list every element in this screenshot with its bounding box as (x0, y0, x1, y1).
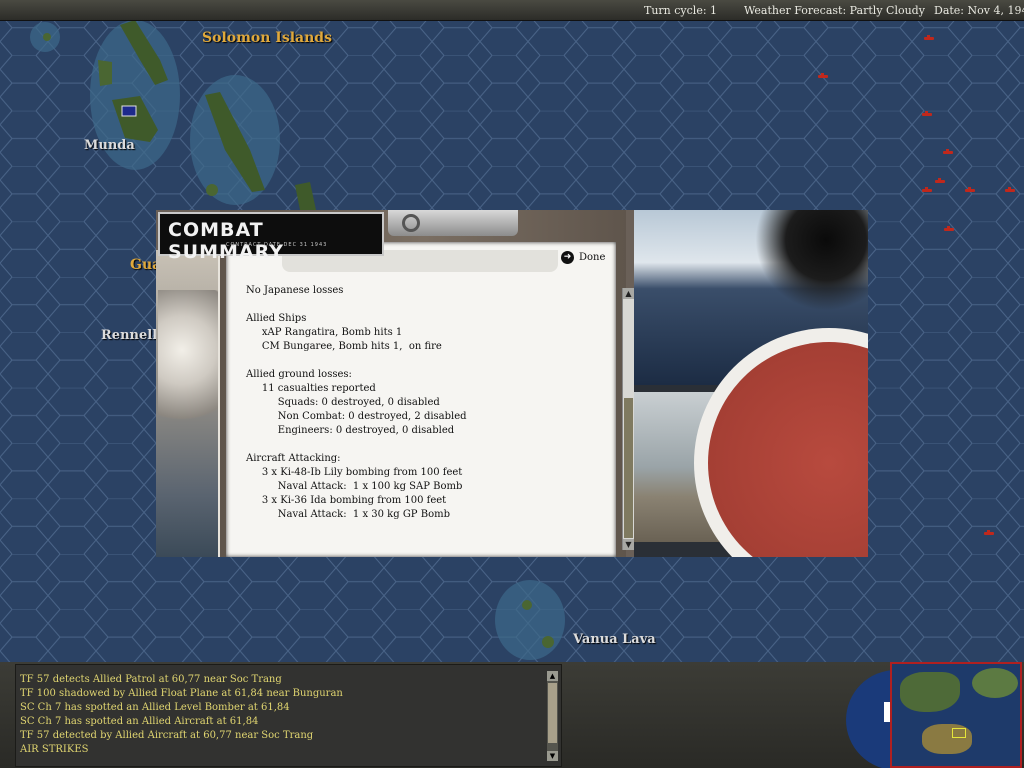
report-line: 3 x Ki-36 Ida bombing from 100 feet (246, 495, 447, 506)
enemy-ship-icon[interactable] (944, 226, 954, 231)
message-log: TF 57 detects Allied Patrol at 60,77 nea… (15, 664, 562, 767)
report-line: Naval Attack: 1 x 30 kg GP Bomb (246, 509, 450, 520)
log-message: AIR STRIKES (20, 744, 89, 755)
done-button[interactable]: ➜ Done (561, 249, 605, 265)
map-label-vanua-lava: Vanua Lava (573, 632, 656, 647)
enemy-ship-icon[interactable] (984, 530, 994, 535)
game-date: Date: Nov 4, 1942 (934, 4, 1024, 17)
map-label-solomon-islands: Solomon Islands (202, 30, 332, 46)
enemy-ship-icon[interactable] (943, 149, 953, 154)
enemy-ship-icon[interactable] (924, 35, 934, 40)
report-line: Naval Attack: 1 x 100 kg SAP Bomb (246, 481, 463, 492)
report-line: CM Bungaree, Bomb hits 1, on fire (246, 341, 442, 352)
report-scrollbar[interactable]: ▲ ▼ (622, 288, 634, 550)
combat-summary-dialog: COMBAT SUMMARY CONTRACT DATE DEC 31 1943… (156, 210, 868, 557)
clipboard-clip (388, 210, 518, 236)
island (522, 600, 532, 610)
island (206, 184, 218, 196)
report-line (246, 354, 616, 368)
scroll-up-icon[interactable]: ▲ (623, 288, 634, 299)
scroll-thumb[interactable] (548, 683, 557, 743)
done-label: Done (579, 251, 606, 263)
island (98, 60, 112, 86)
message-log-scrollbar[interactable]: ▲ ▼ (547, 671, 558, 761)
map-label-munda: Munda (84, 138, 135, 153)
report-line: Allied ground losses: (246, 369, 352, 380)
report-line: xAP Rangatira, Bomb hits 1 (246, 327, 403, 338)
scroll-down-icon[interactable]: ▼ (547, 751, 558, 761)
combat-report-text: No Japanese losses Allied Ships xAP Rang… (246, 284, 616, 554)
report-line (246, 438, 616, 452)
dialog-title-plate: COMBAT SUMMARY CONTRACT DATE DEC 31 1943 (158, 212, 384, 263)
combat-photos (634, 210, 868, 557)
report-line: Allied Ships (246, 313, 307, 324)
weather-forecast: Weather Forecast: Partly Cloudy (744, 4, 925, 17)
log-message: TF 57 detects Allied Patrol at 60,77 nea… (20, 674, 282, 685)
log-message: SC Ch 7 has spotted an Allied Aircraft a… (20, 716, 259, 727)
explosion-photo (156, 250, 226, 557)
scroll-up-icon[interactable]: ▲ (547, 671, 558, 681)
report-line: Squads: 0 destroyed, 0 disabled (246, 397, 440, 408)
report-line: 3 x Ki-48-Ib Lily bombing from 100 feet (246, 467, 463, 478)
enemy-ship-icon[interactable] (922, 111, 932, 116)
dialog-title: COMBAT SUMMARY (168, 219, 284, 263)
enemy-ship-icon[interactable] (1005, 187, 1015, 192)
report-line: Aircraft Attacking: (246, 453, 341, 464)
report-line: Engineers: 0 destroyed, 0 disabled (246, 425, 455, 436)
scroll-thumb[interactable] (624, 398, 633, 538)
dialog-subtitle: CONTRACT DATE DEC 31 1943 (226, 242, 328, 248)
island (43, 33, 51, 41)
island (542, 636, 554, 648)
enemy-ship-icon[interactable] (935, 178, 945, 183)
enemy-ship-icon[interactable] (965, 187, 975, 192)
log-message: SC Ch 7 has spotted an Allied Level Bomb… (20, 702, 290, 713)
minimap[interactable] (890, 662, 1022, 768)
enemy-ship-icon[interactable] (922, 187, 932, 192)
arrow-right-icon: ➜ (561, 250, 574, 264)
log-message: TF 100 shadowed by Allied Float Plane at… (20, 688, 343, 699)
report-line (246, 298, 616, 312)
report-line: Non Combat: 0 destroyed, 2 disabled (246, 411, 467, 422)
log-message: TF 57 detected by Allied Aircraft at 60,… (20, 730, 314, 741)
report-line: 11 casualties reported (246, 383, 376, 394)
bottom-panel: TF 57 detects Allied Patrol at 60,77 nea… (0, 662, 1024, 768)
base-flag-icon (121, 105, 137, 117)
scroll-down-icon[interactable]: ▼ (623, 539, 634, 550)
turn-cycle: Turn cycle: 1 (644, 4, 718, 17)
minimap-viewport[interactable] (952, 728, 966, 738)
report-line: No Japanese losses (246, 285, 344, 296)
status-bar: Turn cycle: 1 Weather Forecast: Partly C… (0, 0, 1024, 21)
enemy-ship-icon[interactable] (818, 73, 828, 78)
